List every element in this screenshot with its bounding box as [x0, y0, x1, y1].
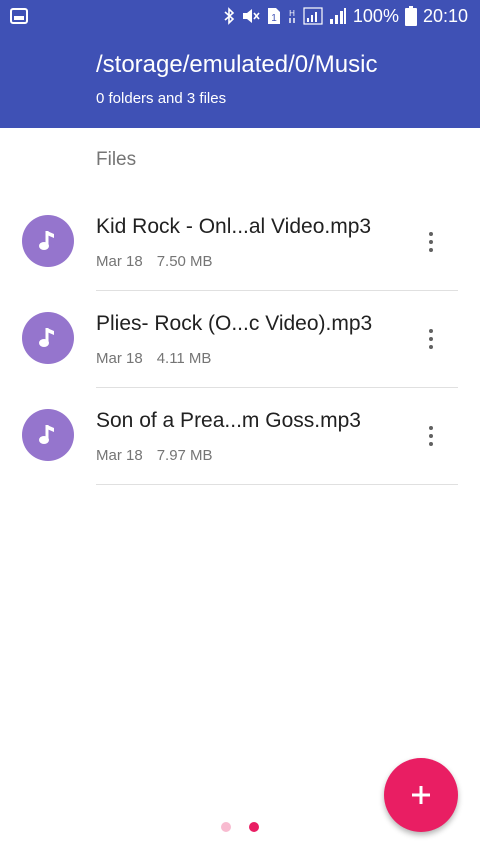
file-list: Kid Rock - Onl...al Video.mp3 Mar 18 7.50…	[0, 194, 480, 485]
page-dot-active[interactable]	[249, 822, 259, 832]
music-note-icon	[22, 312, 74, 364]
more-vert-icon[interactable]	[416, 416, 446, 456]
more-vert-icon[interactable]	[416, 222, 446, 262]
add-button[interactable]	[384, 758, 458, 832]
signal-icon	[329, 7, 347, 25]
list-item[interactable]: Plies- Rock (O...c Video).mp3 Mar 18 4.11…	[0, 291, 480, 388]
status-bar: 1 H 100% 20:10	[0, 0, 480, 32]
file-size: 7.50 MB	[156, 253, 213, 270]
battery-percent: 100%	[352, 5, 399, 26]
network-h-icon: H	[287, 7, 297, 25]
gallery-icon	[10, 7, 28, 30]
signal-icon	[303, 7, 323, 25]
folder-summary: 0 folders and 3 files	[96, 90, 227, 107]
svg-text:1: 1	[271, 13, 277, 24]
svg-text:H: H	[289, 9, 295, 18]
sim-icon: 1	[267, 7, 281, 25]
file-size: 4.11 MB	[156, 350, 212, 367]
bluetooth-icon	[223, 7, 235, 25]
clock: 20:10	[422, 5, 468, 26]
file-date: Mar 18	[96, 447, 143, 464]
mute-icon	[241, 7, 261, 25]
file-meta: Mar 18 7.97 MB	[96, 447, 213, 464]
file-date: Mar 18	[96, 350, 143, 367]
list-item[interactable]: Kid Rock - Onl...al Video.mp3 Mar 18 7.50…	[0, 194, 480, 291]
battery-icon	[404, 6, 417, 26]
file-name: Son of a Prea...m Goss.mp3	[96, 409, 361, 432]
current-path: /storage/emulated/0/Music	[96, 51, 378, 78]
page-indicator	[0, 822, 480, 832]
file-date: Mar 18	[96, 253, 143, 270]
music-note-icon	[22, 409, 74, 461]
section-label-files: Files	[96, 149, 137, 170]
page-dot[interactable]	[221, 822, 231, 832]
app-header: /storage/emulated/0/Music 0 folders and …	[0, 32, 480, 128]
file-name: Plies- Rock (O...c Video).mp3	[96, 312, 373, 335]
list-item[interactable]: Son of a Prea...m Goss.mp3 Mar 18 7.97 MB	[0, 388, 480, 485]
more-vert-icon[interactable]	[416, 319, 446, 359]
file-meta: Mar 18 7.50 MB	[96, 253, 213, 270]
plus-icon	[412, 786, 430, 804]
file-name: Kid Rock - Onl...al Video.mp3	[96, 215, 372, 238]
file-size: 7.97 MB	[156, 447, 213, 464]
divider	[96, 484, 458, 485]
file-meta: Mar 18 4.11 MB	[96, 350, 211, 367]
music-note-icon	[22, 215, 74, 267]
